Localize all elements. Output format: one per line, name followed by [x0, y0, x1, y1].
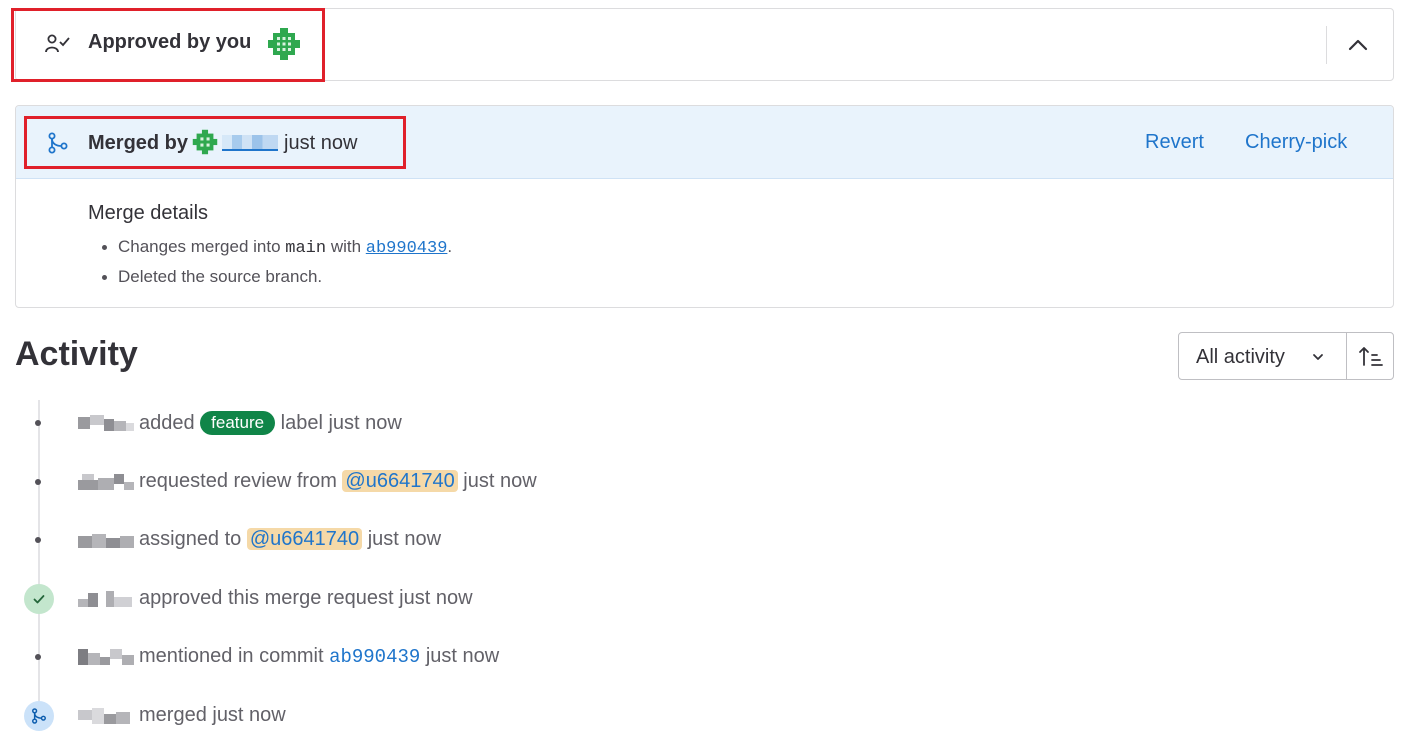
- user-check-icon: [45, 34, 70, 53]
- activity-event: approved this merge request just now: [0, 584, 1300, 614]
- user-mention[interactable]: @u6641740: [246, 528, 363, 550]
- activity-filter-label: All activity: [1196, 346, 1285, 368]
- activity-event: added feature label just now: [0, 408, 1300, 438]
- event-text-part: label just now: [275, 412, 402, 434]
- author-avatar[interactable]: [78, 532, 134, 548]
- user-avatar[interactable]: [267, 27, 301, 61]
- approval-status-text: Approved by you: [88, 31, 252, 53]
- merge-commit-link[interactable]: ab990439: [366, 239, 448, 258]
- merge-status-text: Merged by just now: [88, 129, 357, 155]
- event-text: requested review from @u6641740 just now: [139, 470, 537, 493]
- event-text-part: just now: [420, 645, 500, 667]
- merge-details-title: Merge details: [88, 202, 209, 224]
- event-text-part: just now: [457, 470, 537, 492]
- merged-badge: [24, 701, 54, 731]
- event-text-part: requested review from: [139, 470, 343, 492]
- chevron-down-icon: [1313, 354, 1323, 360]
- merge-header: Merged by just now Revert Cherry-pick: [16, 106, 1393, 179]
- merge-detail-item: Changes merged into main with ab990439.: [101, 236, 453, 266]
- merged-by-label: Merged by: [88, 132, 189, 154]
- event-text-part: mentioned in commit: [139, 645, 330, 667]
- activity-title: Activity: [15, 335, 138, 373]
- activity-event: mentioned in commit ab990439 just now: [0, 642, 1300, 672]
- chevron-up-icon[interactable]: [1342, 29, 1374, 61]
- detail-text: Changes merged into: [118, 237, 286, 256]
- activity-event: assigned to @u6641740 just now: [0, 525, 1300, 555]
- panel-divider: [1326, 26, 1327, 64]
- activity-event: requested review from @u6641740 just now: [0, 467, 1300, 497]
- sort-direction-button[interactable]: [1346, 332, 1394, 380]
- event-text-part: assigned to: [139, 528, 247, 550]
- merge-details-list: Changes merged into main with ab990439. …: [101, 236, 453, 296]
- merge-detail-item: Deleted the source branch.: [101, 266, 452, 296]
- timeline-line: [38, 400, 40, 720]
- revert-button[interactable]: Revert: [1145, 131, 1204, 154]
- timeline-dot: [35, 537, 41, 543]
- event-text-part: just now: [362, 528, 442, 550]
- target-branch: main: [285, 239, 327, 258]
- approved-badge: [24, 584, 54, 614]
- feature-label-badge[interactable]: feature: [200, 411, 276, 435]
- merge-icon: [32, 708, 46, 724]
- event-text-part: added: [139, 412, 201, 434]
- event-text: mentioned in commit ab990439 just now: [139, 645, 499, 668]
- approval-panel: Approved by you: [11, 8, 1394, 82]
- author-avatar[interactable]: [78, 474, 134, 490]
- timeline-dot: [35, 479, 41, 485]
- merger-username-link[interactable]: [222, 135, 279, 151]
- author-avatar[interactable]: [78, 708, 134, 724]
- merge-panel: Merged by just now Revert Cherry-pick Me…: [15, 105, 1394, 308]
- merger-avatar[interactable]: [192, 129, 218, 155]
- detail-text: .: [447, 237, 453, 256]
- detail-text: with: [326, 237, 366, 256]
- commit-link[interactable]: ab990439: [329, 646, 420, 668]
- cherry-pick-button[interactable]: Cherry-pick: [1245, 131, 1347, 154]
- event-text: merged just now: [139, 704, 286, 726]
- activity-event: merged just now: [0, 701, 1300, 731]
- author-avatar[interactable]: [78, 591, 134, 607]
- user-mention[interactable]: @u6641740: [342, 470, 458, 492]
- timeline-dot: [35, 420, 41, 426]
- check-icon: [33, 595, 45, 604]
- author-avatar[interactable]: [78, 649, 134, 665]
- merge-time: just now: [284, 132, 358, 154]
- activity-filter-dropdown[interactable]: All activity: [1178, 332, 1347, 380]
- event-text: added feature label just now: [139, 411, 402, 435]
- sort-ascending-icon: [1359, 347, 1383, 366]
- author-avatar[interactable]: [78, 415, 134, 431]
- event-text: approved this merge request just now: [139, 587, 473, 609]
- merge-icon: [48, 132, 68, 154]
- timeline-dot: [35, 654, 41, 660]
- event-text: assigned to @u6641740 just now: [139, 528, 441, 551]
